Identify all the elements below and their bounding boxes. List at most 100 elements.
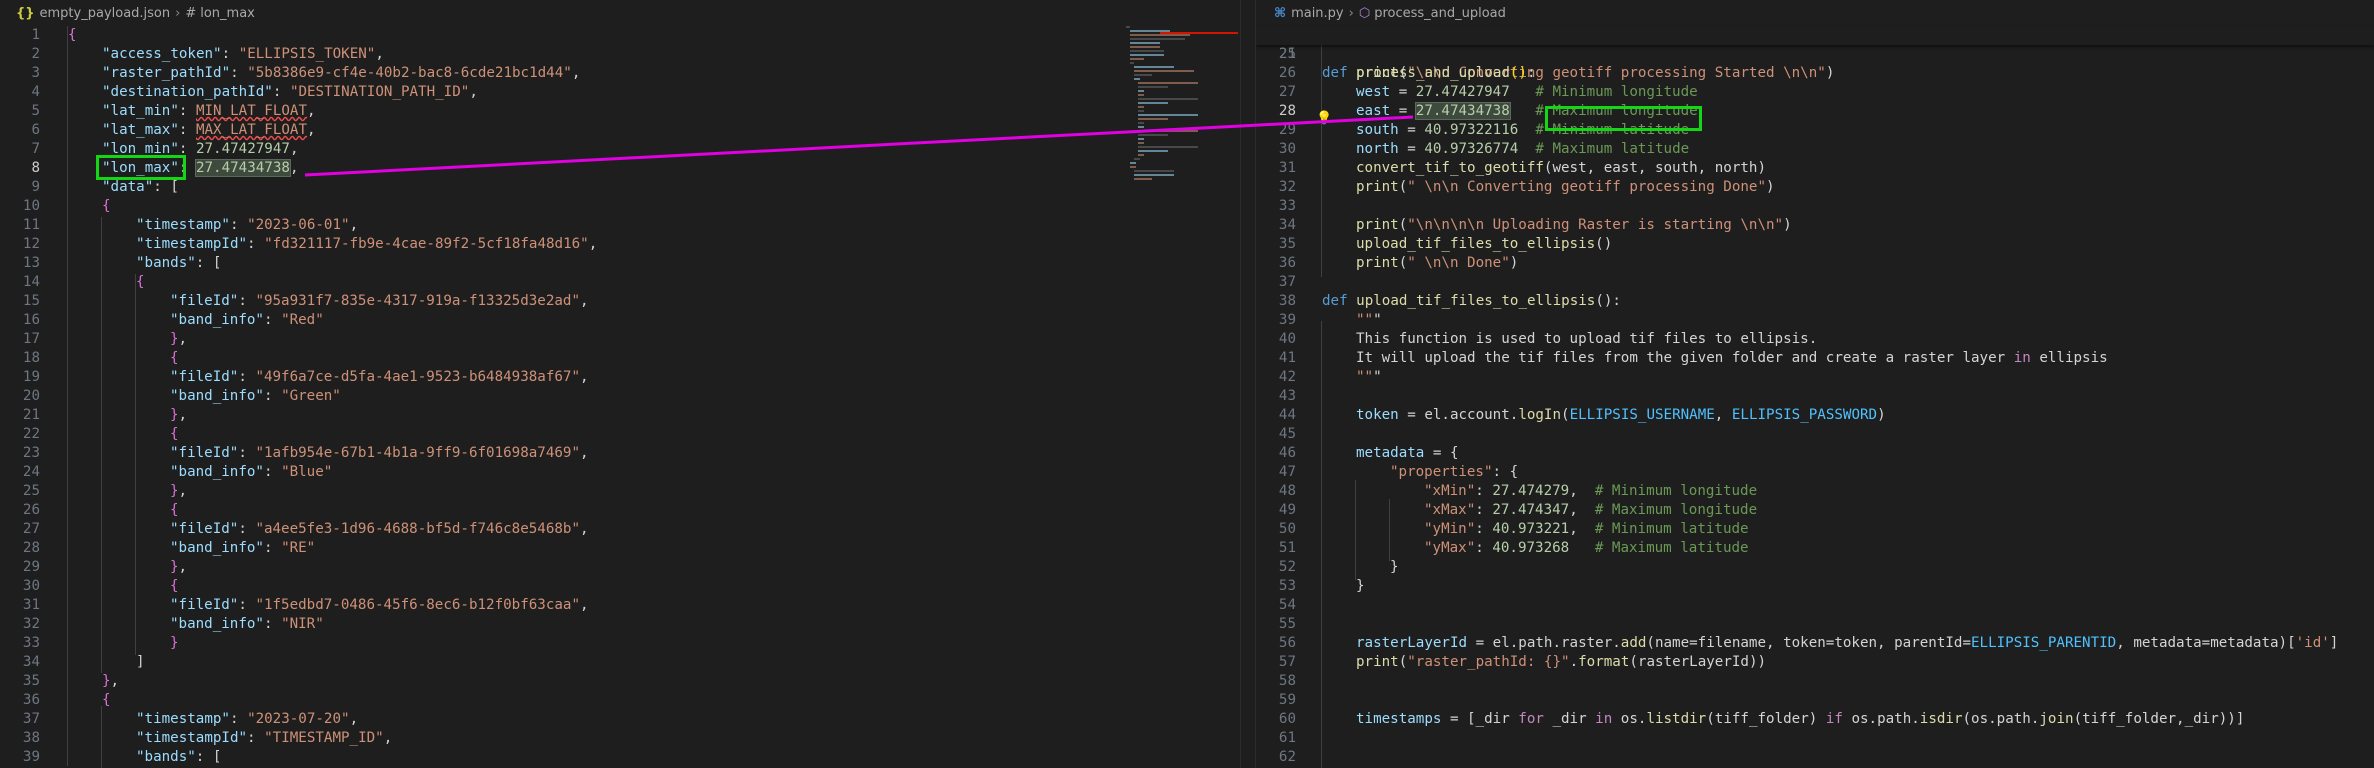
code-line[interactable]: 18 { bbox=[0, 349, 1240, 368]
json-editor-pane[interactable]: {} empty_payload.json › # lon_max 1{2 "ac… bbox=[0, 0, 1240, 768]
code-line[interactable]: 44 token = el.account.logIn(ELLIPSIS_USER… bbox=[1256, 406, 2374, 425]
code-line[interactable]: 56 rasterLayerId = el.path.raster.add(nam… bbox=[1256, 634, 2374, 653]
editor-split-divider[interactable] bbox=[1240, 0, 1256, 768]
code-line[interactable]: 12 "timestampId": "fd321117-fb9e-4cae-89f… bbox=[0, 235, 1240, 254]
code-line[interactable]: 52} bbox=[1256, 558, 2374, 577]
minimap-line bbox=[1138, 110, 1144, 112]
breadcrumb-file[interactable]: main.py bbox=[1291, 6, 1344, 21]
code-line[interactable]: 39 "bands": [ bbox=[0, 748, 1240, 767]
code-line[interactable]: 55 bbox=[1256, 615, 2374, 634]
code-line[interactable]: 29 south = 40.97322116 # Minimum latitude bbox=[1256, 121, 2374, 140]
code-lines[interactable]: 1{2 "access_token": "ELLIPSIS_TOKEN", 3 "ra… bbox=[0, 26, 1240, 767]
code-text: upload_tif_files_to_ellipsis() bbox=[1356, 236, 1613, 252]
code-line[interactable]: 9 "data": [ bbox=[0, 178, 1240, 197]
code-line[interactable]: 3 "raster_pathId": "5b8386e9-cf4e-40b2-ba… bbox=[0, 64, 1240, 83]
code-line[interactable]: 25}, bbox=[0, 482, 1240, 501]
code-lines[interactable]: 2526print("\n\n Converting geotiff proce… bbox=[1256, 45, 2374, 767]
lightbulb-icon[interactable]: 💡 bbox=[1316, 111, 1332, 126]
breadcrumb-file[interactable]: empty_payload.json bbox=[40, 6, 171, 21]
code-line[interactable]: 35}, bbox=[0, 672, 1240, 691]
code-line[interactable]: 32 print(" \n\n Converting geotiff proces… bbox=[1256, 178, 2374, 197]
code-line[interactable]: 19 "fileId": "49f6a7ce-d5fa-4ae1-9523-b64… bbox=[0, 368, 1240, 387]
code-line[interactable]: 30 north = 40.97326774 # Maximum latitude bbox=[1256, 140, 2374, 159]
minimap-line bbox=[1134, 158, 1140, 160]
code-line[interactable]: 31 convert_tif_to_geotiff(west, east, sou… bbox=[1256, 159, 2374, 178]
code-line[interactable]: 37 "timestamp": "2023-07-20", bbox=[0, 710, 1240, 729]
line-number: 24 bbox=[22, 464, 40, 480]
code-line[interactable]: 13 "bands": [ bbox=[0, 254, 1240, 273]
code-line[interactable]: 21}, bbox=[0, 406, 1240, 425]
code-line[interactable]: 27 "fileId": "a4ee5fe3-1d96-4688-bf5d-f74… bbox=[0, 520, 1240, 539]
code-line[interactable]: 31 "fileId": "1f5edbd7-0486-45f6-8ec6-b12… bbox=[0, 596, 1240, 615]
code-line[interactable]: 33 bbox=[1256, 197, 2374, 216]
code-text: } bbox=[1390, 559, 1399, 575]
code-line[interactable]: 23 "fileId": "1afb954e-67b1-4b1a-9ff9-6f0… bbox=[0, 444, 1240, 463]
code-line[interactable]: 14 { bbox=[0, 273, 1240, 292]
code-line[interactable]: 2 "access_token": "ELLIPSIS_TOKEN", bbox=[0, 45, 1240, 64]
code-line[interactable]: 8 "lon_max": 27.47434738, bbox=[0, 159, 1240, 178]
code-line[interactable]: 16 "band_info": "Red" bbox=[0, 311, 1240, 330]
code-line[interactable]: 27 west = 27.47427947 # Minimum longitude bbox=[1256, 83, 2374, 102]
code-line[interactable]: 10 { bbox=[0, 197, 1240, 216]
code-line[interactable]: 51 "yMax": 40.973268 # Maximum latitude bbox=[1256, 539, 2374, 558]
breadcrumb-symbol[interactable]: process_and_upload bbox=[1374, 6, 1506, 21]
code-line[interactable]: 62 bbox=[1256, 748, 2374, 767]
minimap-line bbox=[1130, 50, 1164, 52]
code-line[interactable]: 34] bbox=[0, 653, 1240, 672]
code-line[interactable]: 11 "timestamp": "2023-06-01", bbox=[0, 216, 1240, 235]
code-line[interactable]: 26 { bbox=[0, 501, 1240, 520]
code-line[interactable]: 24 "band_info": "Blue" bbox=[0, 463, 1240, 482]
code-line[interactable]: 41 It will upload the tif files from the … bbox=[1256, 349, 2374, 368]
code-line[interactable]: 38 "timestampId": "TIMESTAMP_ID", bbox=[0, 729, 1240, 748]
code-line[interactable]: 5 "lat_min": MIN_LAT_FLOAT, bbox=[0, 102, 1240, 121]
code-line[interactable]: 28 "band_info": "RE" bbox=[0, 539, 1240, 558]
code-line[interactable]: 38 def upload_tif_files_to_ellipsis(): bbox=[1256, 292, 2374, 311]
code-line[interactable]: 4 "destination_pathId": "DESTINATION_PATH… bbox=[0, 83, 1240, 102]
code-line[interactable]: 47 "properties": { bbox=[1256, 463, 2374, 482]
code-line[interactable]: 49 "xMax": 27.474347, # Maximum longitude bbox=[1256, 501, 2374, 520]
python-editor-pane[interactable]: ⌘ main.py › ⬡ process_and_upload 2526pri… bbox=[1256, 0, 2374, 768]
code-line[interactable]: 17}, bbox=[0, 330, 1240, 349]
line-number: 21 bbox=[22, 407, 40, 423]
code-line[interactable]: 22 { bbox=[0, 425, 1240, 444]
code-line[interactable]: 50 "yMin": 40.973221, # Minimum latitude bbox=[1256, 520, 2374, 539]
code-line[interactable]: 28 east = 27.47434738 # Maximum longitude bbox=[1256, 102, 2374, 121]
minimap[interactable] bbox=[1120, 26, 1240, 256]
code-line[interactable]: 42 """ bbox=[1256, 368, 2374, 387]
code-line[interactable]: 48 "xMin": 27.474279, # Minimum longitude bbox=[1256, 482, 2374, 501]
code-line[interactable]: 40 This function is used to upload tif fi… bbox=[1256, 330, 2374, 349]
code-line[interactable]: 1{ bbox=[0, 26, 1240, 45]
code-line[interactable]: 37 bbox=[1256, 273, 2374, 292]
code-line[interactable]: 7 "lon_min": 27.47427947, bbox=[0, 140, 1240, 159]
code-line[interactable]: 43 bbox=[1256, 387, 2374, 406]
code-line[interactable]: 60 timestamps = [_dir for _dir in os.list… bbox=[1256, 710, 2374, 729]
code-line[interactable]: 15 "fileId": "95a931f7-835e-4317-919a-f13… bbox=[0, 292, 1240, 311]
code-line[interactable]: 36 print(" \n\n Done") bbox=[1256, 254, 2374, 273]
sticky-scroll-line[interactable]: 21 def process_and_upload(): bbox=[1256, 26, 2374, 81]
code-line[interactable]: 61 bbox=[1256, 729, 2374, 748]
code-line[interactable]: 30 { bbox=[0, 577, 1240, 596]
code-line[interactable]: 20 "band_info": "Green" bbox=[0, 387, 1240, 406]
code-line[interactable]: 59 bbox=[1256, 691, 2374, 710]
code-line[interactable]: 54 bbox=[1256, 596, 2374, 615]
code-line[interactable]: 45 bbox=[1256, 425, 2374, 444]
breadcrumb-symbol[interactable]: lon_max bbox=[200, 6, 255, 21]
code-line[interactable]: 58 bbox=[1256, 672, 2374, 691]
code-line[interactable]: 25 bbox=[1256, 45, 2374, 64]
code-line[interactable]: 6 "lat_max": MAX_LAT_FLOAT, bbox=[0, 121, 1240, 140]
minimap-line bbox=[1134, 74, 1152, 76]
code-line[interactable]: 35 upload_tif_files_to_ellipsis() bbox=[1256, 235, 2374, 254]
code-line[interactable]: 36 { bbox=[0, 691, 1240, 710]
code-line[interactable]: 34 print("\n\n\n\n Uploading Raster is st… bbox=[1256, 216, 2374, 235]
code-line[interactable]: 53} bbox=[1256, 577, 2374, 596]
code-line[interactable]: 39 """ bbox=[1256, 311, 2374, 330]
code-text: print("\n\n\n\n Uploading Raster is star… bbox=[1356, 217, 1792, 233]
code-line[interactable]: 57 print("raster_pathId: {}".format(raste… bbox=[1256, 653, 2374, 672]
code-text: { bbox=[102, 692, 111, 708]
code-line[interactable]: 46 metadata = { bbox=[1256, 444, 2374, 463]
code-line[interactable]: 29}, bbox=[0, 558, 1240, 577]
code-line[interactable]: 33} bbox=[0, 634, 1240, 653]
code-line[interactable]: 32 "band_info": "NIR" bbox=[0, 615, 1240, 634]
minimap-line bbox=[1138, 114, 1198, 116]
code-text: rasterLayerId = el.path.raster.add(name=… bbox=[1356, 635, 2339, 651]
